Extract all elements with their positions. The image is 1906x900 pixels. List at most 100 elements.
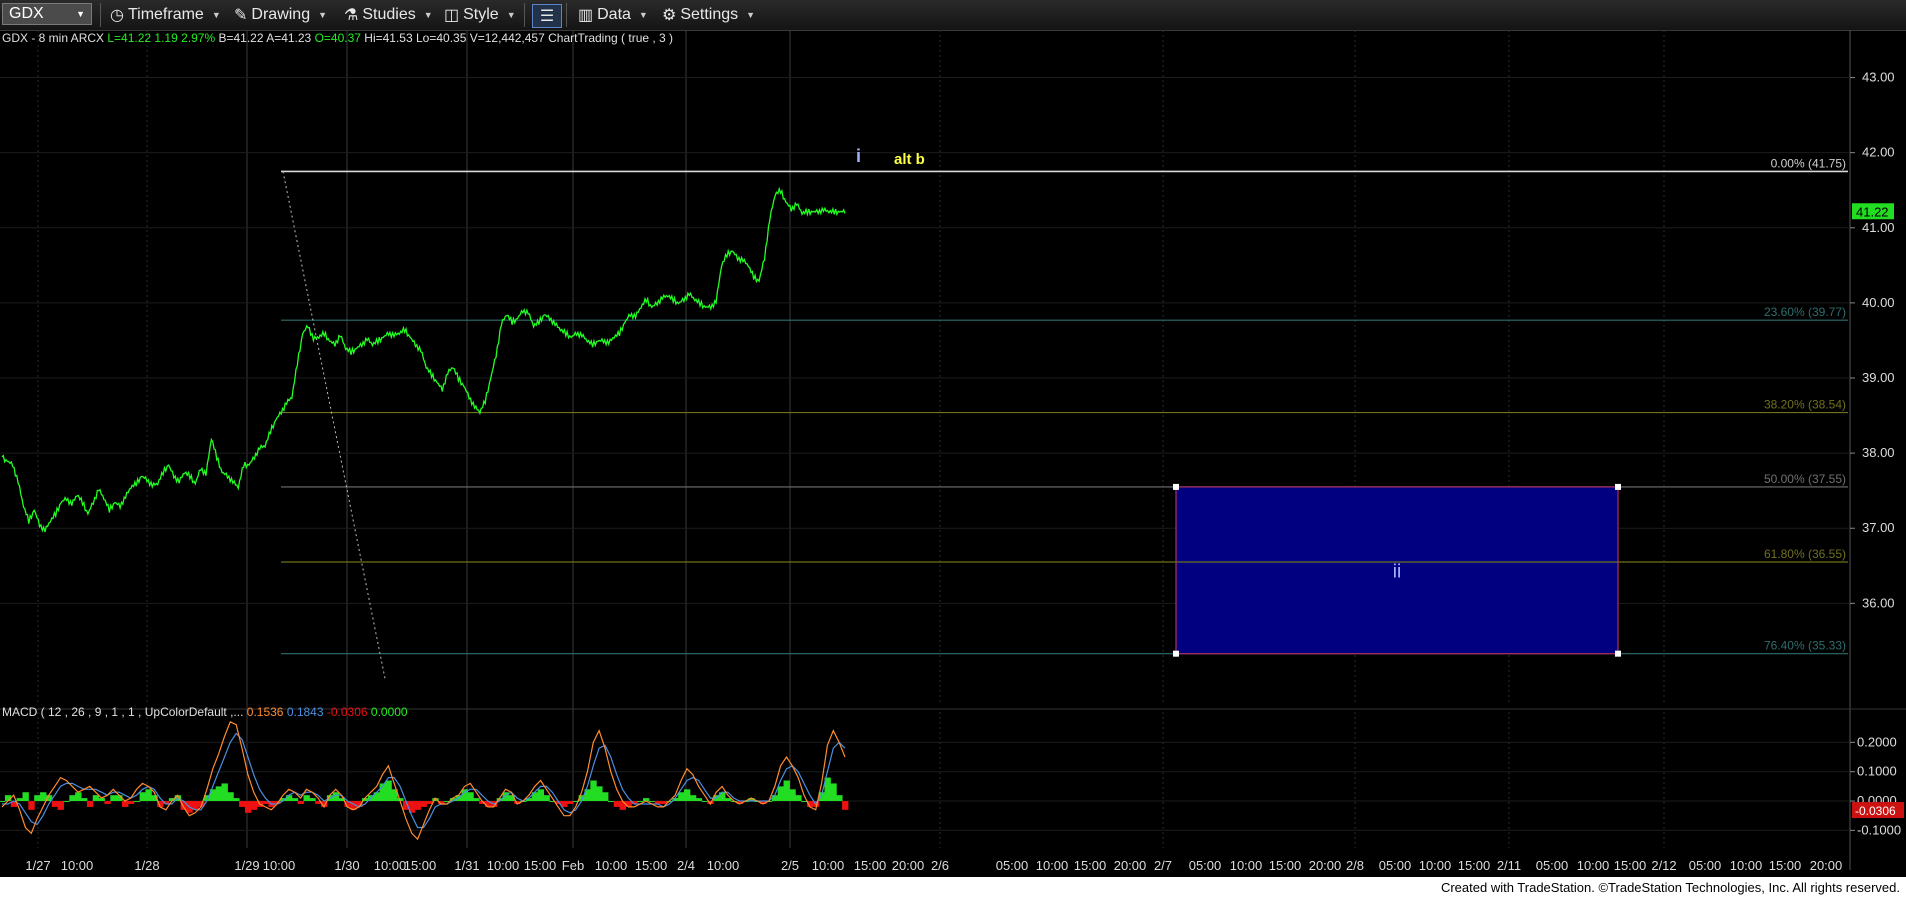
chevron-down-icon: ▼ — [638, 10, 648, 20]
macd-histogram-bar — [145, 789, 152, 802]
fib-level-label: 50.00% (37.55) — [1764, 472, 1846, 486]
macd-histogram-bar — [221, 783, 228, 802]
macd-histogram-bar — [227, 792, 234, 802]
x-tick-label: 10:00 — [595, 858, 628, 873]
macd-histogram-bar — [537, 789, 545, 802]
settings-menu[interactable]: ⚙ Settings ▼ — [662, 4, 755, 26]
macd-histogram-bar — [309, 798, 316, 802]
macd-histogram-bar — [684, 789, 691, 802]
macd-histogram-bar — [133, 801, 141, 803]
chevron-down-icon: ▼ — [506, 10, 516, 20]
macd-histogram-bar — [426, 801, 433, 804]
macd-signal-line — [2, 732, 846, 829]
macd-histogram-bar — [239, 801, 246, 807]
box-handle — [1615, 483, 1621, 490]
x-tick-label: 15:00 — [1614, 858, 1647, 873]
pencil-icon: ✎ — [234, 7, 248, 24]
x-tick-label: 1/31 — [454, 858, 479, 873]
header-ask: A=41.23 — [266, 31, 314, 45]
x-tick-label: 20:00 — [1114, 858, 1147, 873]
x-tick-label: 10:00 — [487, 858, 520, 873]
macd-histogram-bar — [303, 795, 310, 802]
x-tick-label: 1/30 — [334, 858, 359, 873]
macd-histogram-bar — [842, 801, 849, 810]
style-label: Style — [463, 6, 499, 23]
x-tick-label: 05:00 — [1689, 858, 1722, 873]
fib-level-label: 38.20% (38.54) — [1764, 398, 1846, 412]
macd-histogram-bar — [81, 798, 88, 802]
macd-histogram-bar — [385, 780, 392, 802]
y-tick-label: 43.00 — [1862, 70, 1895, 85]
macd-histogram-bar — [51, 801, 59, 807]
macd-histogram-bar — [777, 786, 785, 802]
copyright-text: Created with TradeStation. ©TradeStation… — [1440, 880, 1900, 895]
macd-value-3: -0.0306 — [327, 705, 371, 719]
x-tick-label: 15:00 — [1769, 858, 1802, 873]
price-chart[interactable]: 43.00 42.00 41.00 40.00 39.00 38.00 37.00 36.00… — [0, 30, 1906, 877]
macd-histogram-bar — [619, 801, 626, 810]
macd-histogram-bar — [566, 801, 574, 804]
macd-histogram-bar — [244, 801, 252, 813]
fib-level-label: 23.60% (39.77) — [1764, 305, 1846, 319]
macd-histogram-bar — [104, 801, 111, 804]
macd-histogram-bar — [678, 792, 685, 802]
timeframe-menu[interactable]: ◷ Timeframe ▼ — [110, 4, 221, 26]
x-tick-label: 2/8 — [1346, 858, 1364, 873]
layout-toggle-button[interactable]: ☰ — [532, 4, 562, 28]
x-tick-label: 10:00 — [1730, 858, 1763, 873]
clock-icon: ◷ — [110, 7, 124, 24]
y-tick-label: 37.00 — [1862, 520, 1895, 535]
macd-histogram-bar — [285, 795, 293, 802]
macd-line — [1, 720, 846, 841]
box-handle — [1615, 650, 1621, 657]
macd-histogram-bar — [724, 798, 732, 802]
wave-label-ii: ii — [1393, 561, 1401, 582]
macd-value-1: 0.1536 — [247, 705, 287, 719]
macd-histogram-bar — [291, 798, 299, 802]
wave-label-i: i — [856, 146, 861, 166]
macd-histogram-bar — [625, 801, 632, 807]
x-tick-label: 1/29 — [234, 858, 259, 873]
wave-label-alt-b: alt b — [894, 151, 925, 168]
header-title: GDX - 8 min ARCX — [2, 31, 107, 45]
macd-histogram-bar — [473, 798, 480, 802]
flask-icon: ⚗ — [344, 7, 359, 24]
layout-icon: ☰ — [539, 8, 555, 25]
drawing-menu[interactable]: ✎ Drawing ▼ — [234, 4, 327, 26]
macd-histogram-bar — [701, 801, 708, 803]
y-tick-label: 42.00 — [1862, 145, 1895, 160]
data-menu[interactable]: ▥ Data ▼ — [578, 4, 648, 26]
y-tick-label: 38.00 — [1862, 445, 1895, 460]
studies-menu[interactable]: ⚗ Studies ▼ — [344, 4, 433, 26]
data-label: Data — [597, 6, 631, 23]
macd-histogram-bar — [57, 801, 64, 810]
macd-tick-label: -0.1000 — [1857, 822, 1901, 837]
symbol-dropdown[interactable]: GDX ▼ — [2, 3, 92, 25]
x-tick-label: 10:00 — [707, 858, 740, 873]
macd-histogram-bar — [607, 801, 615, 803]
x-tick-label: 15:00 — [1074, 858, 1107, 873]
x-tick-label: 10:00 — [1230, 858, 1263, 873]
x-tick-label: 10:00 — [812, 858, 845, 873]
header-change: 1.19 — [154, 31, 181, 45]
x-tick-label: 10:00 — [61, 858, 94, 873]
box-handle — [1173, 483, 1179, 490]
settings-label: Settings — [680, 6, 739, 23]
macd-header: MACD ( 12 , 26 , 9 , 1 , 1 , UpColorDefa… — [2, 705, 408, 719]
macd-histogram-bar — [75, 792, 82, 802]
x-tick-label: 2/12 — [1651, 858, 1676, 873]
x-tick-label: 05:00 — [1379, 858, 1412, 873]
last-price-label: 41.22 — [1856, 204, 1889, 219]
macd-histogram-bar — [122, 801, 129, 807]
style-menu[interactable]: ◫ Style ▼ — [444, 4, 516, 26]
x-tick-label: 1/28 — [134, 858, 159, 873]
x-tick-label: 20:00 — [1309, 858, 1342, 873]
x-tick-label: 15:00 — [1269, 858, 1302, 873]
x-tick-label: 15:00 — [1458, 858, 1491, 873]
macd-histogram-bar — [63, 801, 70, 803]
macd-histogram-bar — [233, 798, 240, 802]
x-tick-label: 2/7 — [1154, 858, 1172, 873]
gear-icon: ⚙ — [662, 7, 677, 24]
chevron-down-icon: ▼ — [76, 9, 85, 19]
macd-histogram-bar — [637, 801, 644, 803]
